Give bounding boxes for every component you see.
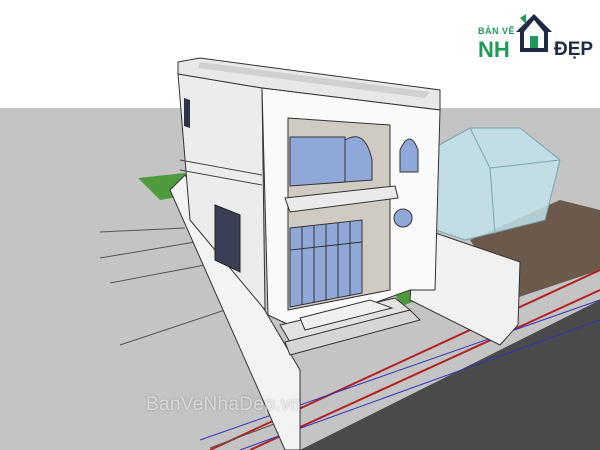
- site-logo: BẢN VẼ NH ĐẸP: [478, 12, 593, 66]
- side-window-lower: [214, 204, 241, 273]
- round-window: [393, 208, 413, 228]
- logo-line1: BẢN VẼ: [478, 26, 516, 36]
- house-3d-model-render: [0, 0, 600, 450]
- house-logo-icon: [516, 14, 552, 52]
- arched-small-window: [399, 138, 419, 173]
- logo-left-text: NH: [478, 37, 510, 62]
- side-window-upper: [184, 98, 190, 128]
- watermark-text: BanVeNhaDep.vn: [146, 394, 302, 415]
- logo-right-text: ĐẸP: [554, 39, 594, 60]
- upper-window: [289, 136, 346, 187]
